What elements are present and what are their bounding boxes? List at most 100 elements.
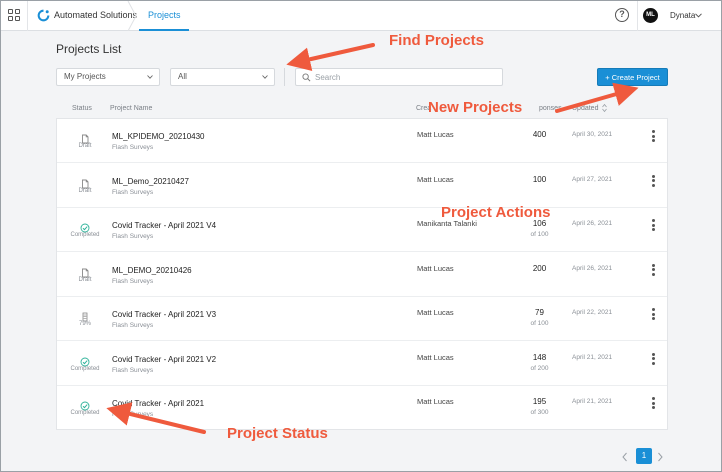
updated-date: April 22, 2021 xyxy=(572,309,613,316)
more-actions-icon[interactable] xyxy=(650,263,656,277)
chevron-down-icon xyxy=(262,75,268,79)
owner-filter-select[interactable]: My Projects xyxy=(56,68,160,86)
status-label: Completed xyxy=(70,365,100,372)
response-target: of 100 xyxy=(530,231,549,238)
table-row[interactable]: 79% Covid Tracker - April 2021 V3 Flash Su… xyxy=(57,297,667,341)
response-target: of 300 xyxy=(530,409,549,416)
updated-date: April 26, 2021 xyxy=(572,220,613,227)
breadcrumb-chevron-icon xyxy=(127,1,137,31)
project-name-link[interactable]: Covid Tracker - April 2021 xyxy=(112,399,204,408)
response-target: of 200 xyxy=(530,364,549,372)
active-tab-indicator xyxy=(139,29,189,31)
create-project-button[interactable]: + Create Project xyxy=(597,68,668,86)
project-name-link[interactable]: Covid Tracker - April 2021 V4 xyxy=(112,221,216,230)
project-name-link[interactable]: Covid Tracker - April 2021 V3 xyxy=(112,310,216,319)
response-count: 148 xyxy=(532,352,547,362)
draft-icon xyxy=(80,131,90,144)
help-icon[interactable]: ? xyxy=(615,8,629,22)
app-window: Automated Solutions Projects ? ML Dynata… xyxy=(0,0,722,472)
annotation-find-projects: Find Projects xyxy=(389,32,485,49)
table-row[interactable]: Draft ML_Demo_20210427 Flash Surveys Matt L… xyxy=(57,164,667,208)
response-count: 200 xyxy=(532,263,547,273)
response-count: 400 xyxy=(532,130,547,139)
project-creator: Matt Lucas xyxy=(417,352,454,362)
chevron-down-icon[interactable] xyxy=(695,13,702,18)
updated-date: April 21, 2021 xyxy=(572,398,613,405)
progress-icon xyxy=(80,309,90,322)
status-label: Draft xyxy=(78,276,92,283)
project-creator: Matt Lucas xyxy=(417,174,454,184)
project-creator: Matt Lucas xyxy=(417,308,454,317)
completed-icon xyxy=(80,354,90,366)
draft-icon xyxy=(80,265,90,277)
avatar[interactable]: ML xyxy=(643,8,658,23)
column-header-updated[interactable]: Updated xyxy=(572,105,598,112)
completed-icon xyxy=(80,398,90,411)
next-page-icon[interactable] xyxy=(656,452,664,462)
top-bar: Automated Solutions Projects ? ML Dynata xyxy=(1,1,721,31)
updated-date: April 21, 2021 xyxy=(572,353,613,361)
account-menu[interactable]: Dynata xyxy=(670,11,695,20)
project-type: Flash Surveys xyxy=(112,144,154,151)
more-actions-icon[interactable] xyxy=(650,129,656,143)
project-creator: Matt Lucas xyxy=(417,130,454,139)
table-row[interactable]: Completed Covid Tracker - April 2021 V4 Fl… xyxy=(57,208,667,252)
project-type: Flash Surveys xyxy=(112,322,154,329)
response-count: 79 xyxy=(535,308,544,317)
project-name-link[interactable]: Covid Tracker - April 2021 V2 xyxy=(112,355,216,364)
sort-icon[interactable] xyxy=(602,103,607,113)
search-box[interactable] xyxy=(295,68,503,86)
project-name-link[interactable]: ML_DEMO_20210426 xyxy=(112,266,192,275)
project-creator: Matt Lucas xyxy=(417,263,454,273)
status-label: Completed xyxy=(70,410,100,416)
updated-date: April 30, 2021 xyxy=(572,131,613,138)
project-type: Flash Surveys xyxy=(112,188,154,196)
tab-projects[interactable]: Projects xyxy=(148,10,181,20)
divider xyxy=(27,1,28,31)
draft-icon xyxy=(80,176,90,188)
response-count: 100 xyxy=(532,174,547,184)
table-row[interactable]: Completed Covid Tracker - April 2021 V2 Fl… xyxy=(57,342,667,386)
annotation-project-actions: Project Actions xyxy=(441,204,551,221)
search-input[interactable] xyxy=(315,70,495,84)
more-actions-icon[interactable] xyxy=(650,396,656,410)
previous-page-icon[interactable] xyxy=(621,452,629,462)
column-header-project-name[interactable]: Project Name xyxy=(110,105,152,112)
project-creator: Matt Lucas xyxy=(417,397,454,406)
status-label: 79% xyxy=(78,321,91,327)
project-type: Flash Surveys xyxy=(112,277,154,285)
project-name-link[interactable]: ML_Demo_20210427 xyxy=(112,177,189,186)
annotation-new-projects: New Projects xyxy=(428,99,523,116)
more-actions-icon[interactable] xyxy=(650,174,656,188)
project-name-link[interactable]: ML_KPIDEMO_20210430 xyxy=(112,132,205,141)
brand-logo-icon xyxy=(37,9,50,22)
search-icon xyxy=(302,73,311,82)
projects-table: Draft ML_KPIDEMO_20210430 Flash Surveys Mat… xyxy=(56,118,668,430)
table-row[interactable]: Draft ML_DEMO_20210426 Flash Surveys Matt L… xyxy=(57,253,667,297)
divider xyxy=(637,1,638,31)
chevron-down-icon xyxy=(147,75,153,79)
divider xyxy=(284,68,285,86)
status-label: Draft xyxy=(78,187,92,194)
current-page-button[interactable]: 1 xyxy=(636,448,652,464)
column-header-responses[interactable]: ponses xyxy=(539,105,562,112)
status-label: Completed xyxy=(70,232,100,238)
find-projects-arrow xyxy=(286,43,375,72)
status-filter-select[interactable]: All xyxy=(170,68,275,86)
table-row[interactable]: Completed Covid Tracker - April 2021 Flash… xyxy=(57,386,667,430)
page-title: Projects List xyxy=(56,42,122,56)
status-filter-value: All xyxy=(178,72,187,81)
project-type: Flash Surveys xyxy=(112,366,154,374)
annotation-project-status: Project Status xyxy=(227,425,328,442)
response-count: 195 xyxy=(532,397,547,406)
more-actions-icon[interactable] xyxy=(650,307,656,321)
app-grid-icon[interactable] xyxy=(8,9,20,21)
project-type: Flash Surveys xyxy=(112,233,154,240)
column-header-status: Status xyxy=(72,105,92,112)
more-actions-icon[interactable] xyxy=(650,218,656,232)
updated-date: April 27, 2021 xyxy=(572,175,613,183)
table-row[interactable]: Draft ML_KPIDEMO_20210430 Flash Surveys Mat… xyxy=(57,119,667,163)
org-name[interactable]: Automated Solutions xyxy=(54,10,137,20)
more-actions-icon[interactable] xyxy=(650,352,656,366)
updated-date: April 26, 2021 xyxy=(572,264,613,272)
